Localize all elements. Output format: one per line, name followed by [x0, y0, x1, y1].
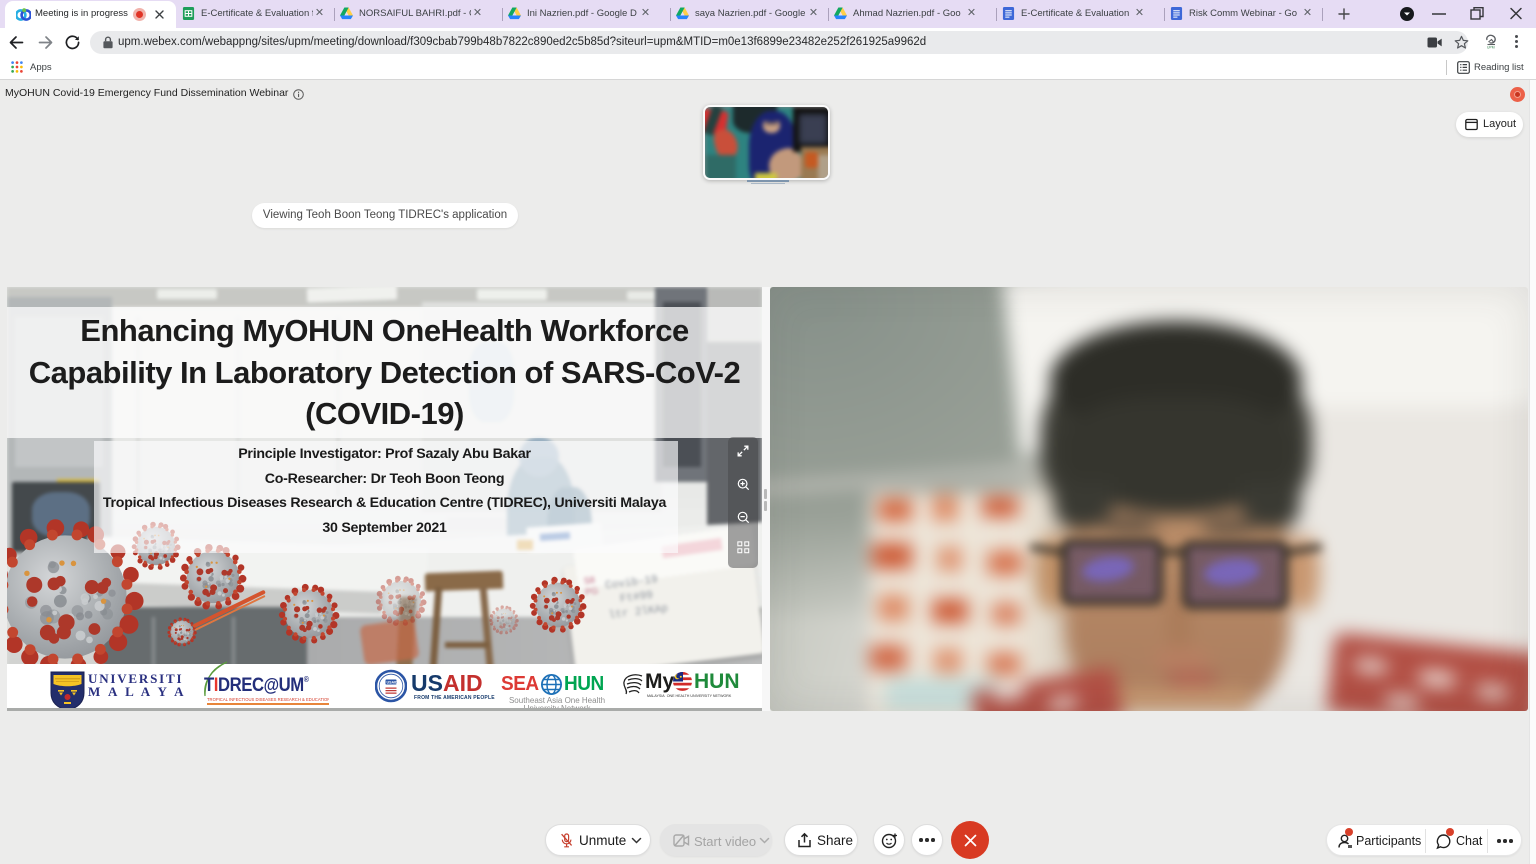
- svg-text:USAID: USAID: [387, 681, 399, 685]
- svg-text:UPM: UPM: [1487, 46, 1495, 50]
